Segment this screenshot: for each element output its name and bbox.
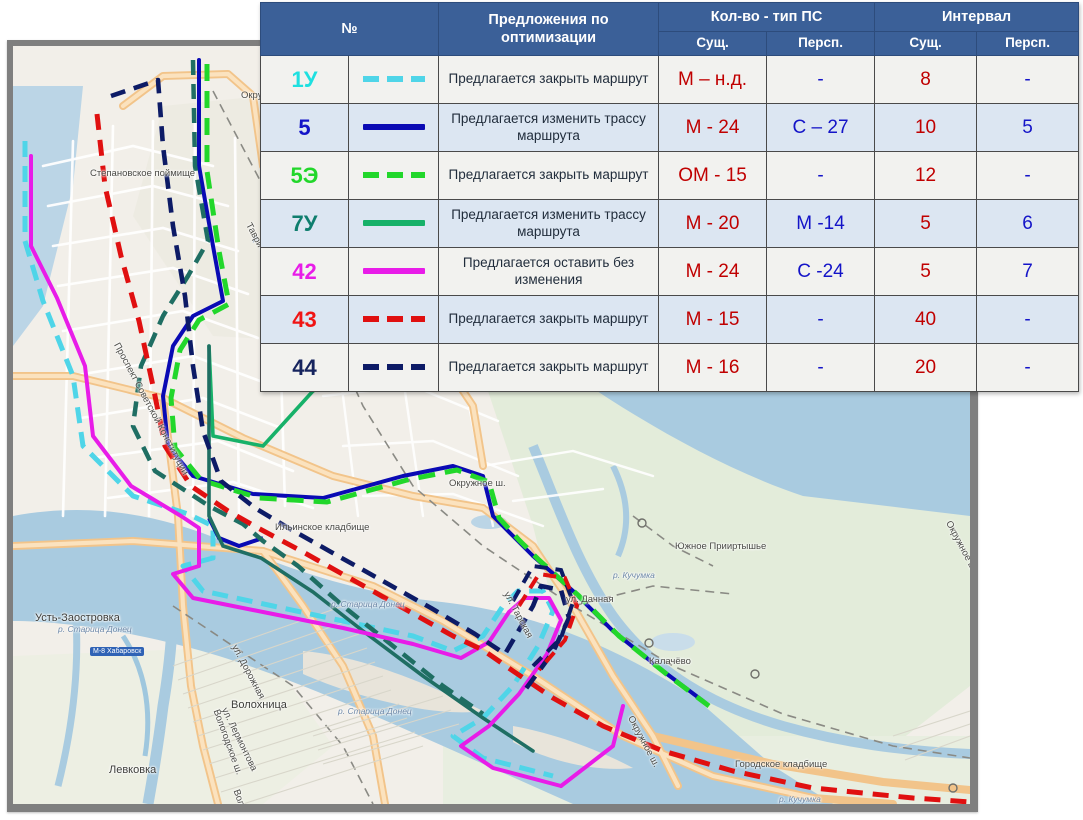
line-style-icon: [362, 76, 425, 83]
interval-existing: 8: [874, 55, 978, 104]
line-style-icon: [362, 316, 425, 323]
interval-prospective: 7: [976, 247, 1080, 296]
map-place-label: Волохница: [231, 699, 287, 711]
interval-prospective: -: [976, 295, 1080, 344]
route-line-swatch: [347, 199, 440, 248]
interval-prospective: -: [976, 343, 1080, 392]
route-number: 44: [260, 343, 349, 392]
table-row: 7У Предлагается изменить трассу маршрута М…: [260, 199, 1080, 248]
route-line-swatch: [347, 343, 440, 392]
header-number: №: [259, 2, 440, 56]
table-header: № Предложения по оптимизации Кол-во - ти…: [259, 1, 1080, 56]
route-number: 43: [260, 295, 349, 344]
interval-existing: 12: [874, 151, 978, 200]
route-line-swatch: [347, 55, 440, 104]
line-style-icon: [362, 124, 425, 131]
map-place-label: Усть-Заостровка: [35, 612, 120, 624]
map-highway-shield: М-8 Хабаровск: [90, 647, 145, 656]
ps-prospective: -: [766, 295, 876, 344]
table-row: 1У Предлагается закрыть маршрут М – н.д. -8…: [260, 55, 1080, 104]
map-water-label: р. Кучумка: [613, 570, 655, 580]
route-proposal: Предлагается закрыть маршрут: [438, 343, 660, 392]
route-number: 5Э: [260, 151, 349, 200]
ps-existing: М - 24: [658, 103, 768, 152]
table-row: 5Э Предлагается закрыть маршрут ОМ - 15-12…: [260, 151, 1080, 200]
route-line-swatch: [347, 295, 440, 344]
table-row: 44 Предлагается закрыть маршрут М - 16-20-: [260, 343, 1080, 392]
header-ps-existing: Сущ.: [658, 31, 768, 56]
route-proposal: Предлагается оставить без изменения: [438, 247, 660, 296]
route-number: 7У: [260, 199, 349, 248]
header-ps-prospective: Персп.: [766, 31, 876, 56]
line-style-icon: [362, 220, 425, 227]
line-style-icon: [362, 364, 425, 371]
route-optimization-table: № Предложения по оптимизации Кол-во - ти…: [259, 1, 1080, 392]
table-row: 5 Предлагается изменить трассу маршрута М …: [260, 103, 1080, 152]
route-proposal: Предлагается изменить трассу маршрута: [438, 103, 660, 152]
map-place-label: Степановское поймище: [90, 168, 196, 179]
route-number: 1У: [260, 55, 349, 104]
table-body: 1У Предлагается закрыть маршрут М – н.д. -8…: [260, 55, 1080, 392]
table-row: 42 Предлагается оставить без изменения М -…: [260, 247, 1080, 296]
ps-prospective: М -14: [766, 199, 876, 248]
map-place-label: Ильинское кладбище: [275, 522, 370, 533]
header-proposal: Предложения по оптимизации: [438, 2, 660, 56]
map-water-label: р. Кучумка: [779, 794, 821, 804]
header-interval-existing: Сущ.: [874, 31, 978, 56]
route-line-swatch: [347, 151, 440, 200]
interval-existing: 5: [874, 199, 978, 248]
interval-prospective: -: [976, 151, 1080, 200]
route-number: 5: [260, 103, 349, 152]
map-water-label: р. Старица Донец: [331, 599, 405, 609]
slide-root: Усть-ЗаостровкаВолохницаЛевковкаНижнее Л…: [0, 0, 1083, 820]
map-place-label: Южное Прииртышье: [675, 541, 767, 552]
interval-existing: 5: [874, 247, 978, 296]
line-style-icon: [362, 172, 425, 179]
map-place-label: Левковка: [109, 764, 157, 776]
route-proposal: Предлагается закрыть маршрут: [438, 55, 660, 104]
ps-existing: ОМ - 15: [658, 151, 768, 200]
ps-prospective: -: [766, 55, 876, 104]
route-proposal: Предлагается закрыть маршрут: [438, 151, 660, 200]
map-street-label: Окружное ш.: [449, 478, 506, 489]
map-place-label: Калачёво: [649, 656, 691, 667]
route-proposal: Предлагается изменить трассу маршрута: [438, 199, 660, 248]
interval-existing: 10: [874, 103, 978, 152]
map-place-label: Городское кладбище: [735, 759, 828, 770]
map-water-label: р. Старица Донец: [58, 624, 132, 634]
ps-existing: М - 16: [658, 343, 768, 392]
line-style-icon: [362, 268, 425, 275]
header-rolling-stock: Кол-во - тип ПС: [658, 1, 876, 33]
route-proposal: Предлагается закрыть маршрут: [438, 295, 660, 344]
map-water-label: р. Старица Донец: [338, 706, 412, 716]
interval-existing: 20: [874, 343, 978, 392]
route-line-swatch: [347, 247, 440, 296]
interval-prospective: 6: [976, 199, 1080, 248]
route-number: 42: [260, 247, 349, 296]
ps-existing: М - 15: [658, 295, 768, 344]
interval-existing: 40: [874, 295, 978, 344]
table-row: 43 Предлагается закрыть маршрут М - 15-40-: [260, 295, 1080, 344]
ps-prospective: -: [766, 343, 876, 392]
interval-prospective: -: [976, 55, 1080, 104]
map-street-label: ул. Дачная: [566, 594, 614, 605]
interval-prospective: 5: [976, 103, 1080, 152]
ps-existing: М - 20: [658, 199, 768, 248]
ps-existing: М – н.д.: [658, 55, 768, 104]
ps-prospective: С – 27: [766, 103, 876, 152]
ps-prospective: С -24: [766, 247, 876, 296]
ps-existing: М - 24: [658, 247, 768, 296]
ps-prospective: -: [766, 151, 876, 200]
route-line-swatch: [347, 103, 440, 152]
header-interval-prospective: Персп.: [976, 31, 1080, 56]
header-interval: Интервал: [874, 1, 1080, 33]
